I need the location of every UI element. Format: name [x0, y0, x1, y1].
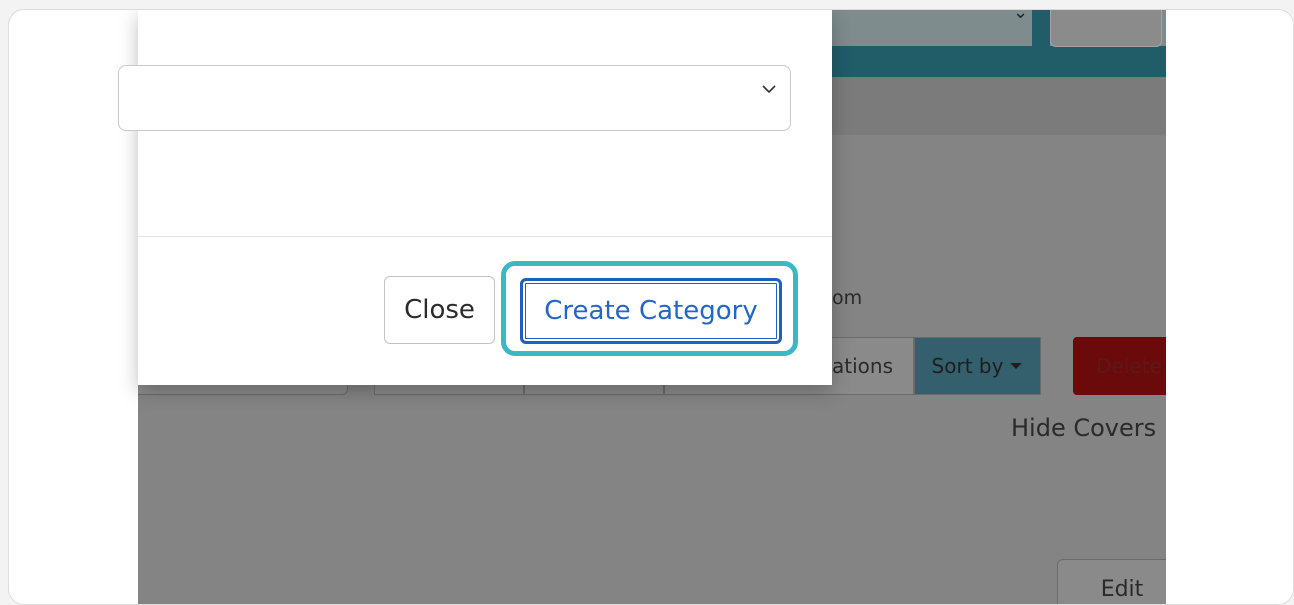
- edit-button[interactable]: Edit: [1057, 559, 1166, 604]
- edit-label: Edit: [1100, 576, 1144, 602]
- close-label: Close: [404, 295, 475, 325]
- hide-covers-link[interactable]: Hide Covers: [1011, 414, 1156, 442]
- sort-label: Sort by: [931, 354, 1004, 378]
- sort-by-button[interactable]: Sort by: [914, 337, 1041, 395]
- create-category-button[interactable]: Create Category: [520, 278, 782, 344]
- partial-text: om: [832, 287, 863, 309]
- create-label: Create Category: [544, 296, 758, 326]
- caret-down-icon: [1010, 363, 1023, 369]
- header-divider: [1032, 10, 1050, 50]
- create-category-modal: Close Create Category: [118, 10, 832, 385]
- delete-label: Delete: [1096, 354, 1162, 378]
- header-input[interactable]: [1050, 10, 1162, 47]
- chevron-down-icon: [762, 85, 776, 94]
- screenshot-frame: ⌄ om ations Sort by Delete Hide Covers E…: [8, 9, 1294, 605]
- modal-footer-divider: [138, 236, 832, 237]
- delete-button[interactable]: Delete: [1073, 337, 1166, 395]
- close-button[interactable]: Close: [384, 276, 495, 344]
- tab-label: ations: [832, 354, 893, 378]
- chevron-down-icon: ⌄: [1013, 10, 1029, 23]
- category-select[interactable]: [118, 65, 791, 131]
- right-blank-area: [1166, 10, 1293, 604]
